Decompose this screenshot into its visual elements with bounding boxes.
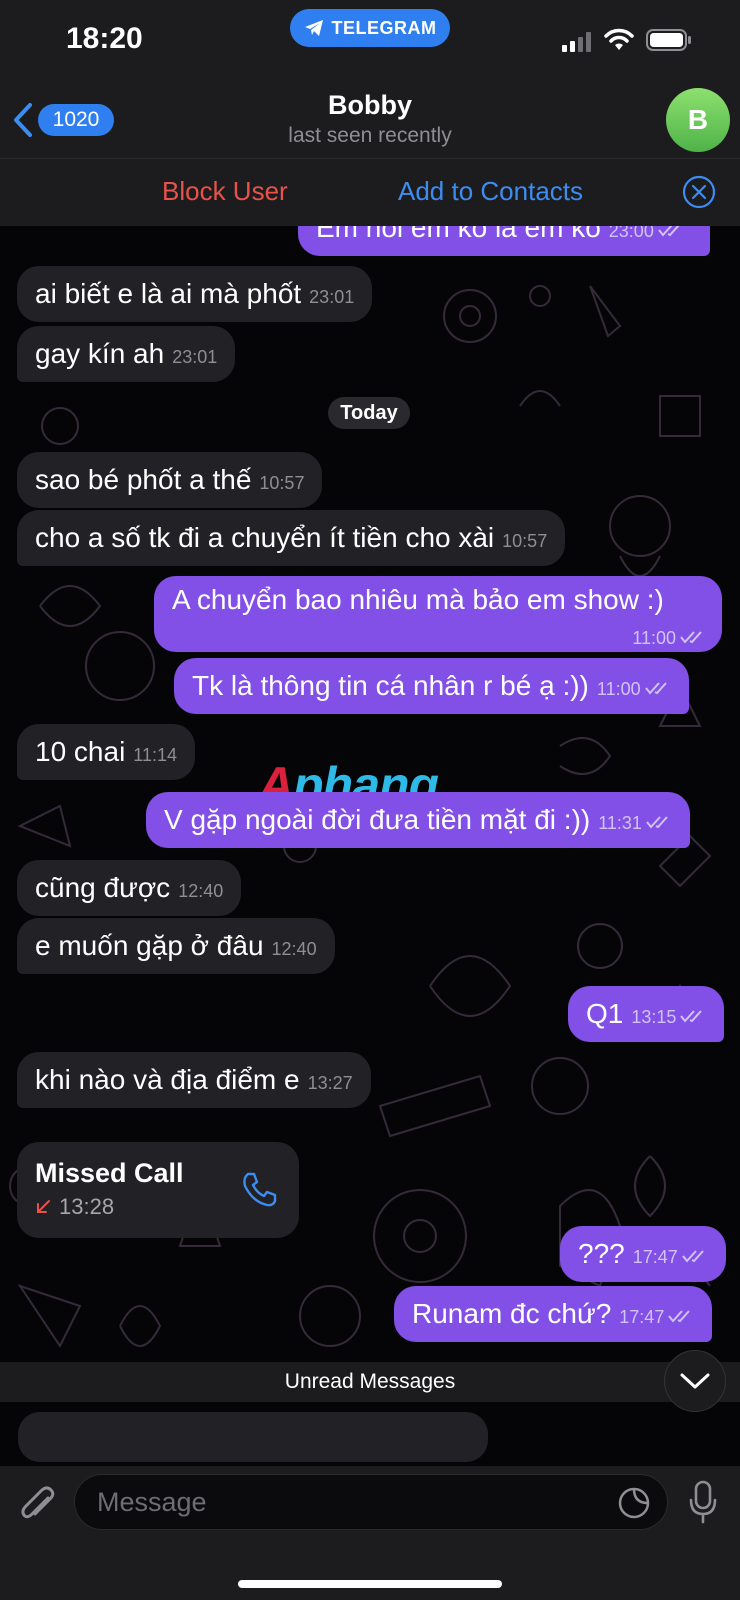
message-time: 23:01 [172, 347, 218, 367]
message-bubble-outgoing[interactable]: Runam đc chứ? 17:47 [394, 1286, 713, 1342]
message-time: 12:40 [178, 881, 224, 901]
status-bar: 18:20 TELEGRAM [0, 0, 740, 88]
double-check-icon [668, 1309, 691, 1323]
message-bubble-incoming[interactable]: sao bé phốt a thế 10:57 [17, 452, 323, 508]
missed-arrow-icon [37, 1200, 50, 1213]
message-bubble-incoming[interactable]: e muốn gặp ở đâu 12:40 [17, 918, 335, 974]
message-bubble-incoming[interactable]: ai biết e là ai mà phốt 23:01 [17, 266, 373, 322]
message-text: Runam đc chứ? [412, 1298, 612, 1329]
cellular-signal-icon [562, 32, 591, 52]
message-bubble-outgoing[interactable]: Em hỏi em ko là em ko 23:00 [298, 226, 710, 256]
message-bubble-incoming[interactable]: khi nào và địa điểm e 13:27 [17, 1052, 371, 1108]
microphone-icon[interactable] [688, 1480, 718, 1524]
chat-status: last seen recently [288, 124, 452, 147]
message-bubble-incoming[interactable]: cũng được 12:40 [17, 860, 242, 916]
message-bubble-outgoing[interactable]: Tk là thông tin cá nhân r bé ạ :)) 11:00 [174, 658, 689, 714]
message-bubble-incoming[interactable]: 10 chai 11:14 [17, 724, 196, 780]
message-time: 10:57 [502, 531, 548, 551]
message-bubble-incoming[interactable]: cho a số tk đi a chuyển ít tiền cho xài 1… [17, 510, 566, 566]
paperclip-icon[interactable] [18, 1484, 58, 1528]
unread-messages-divider: Unread Messages [0, 1362, 740, 1402]
message-bubble-outgoing[interactable]: A chuyển bao nhiêu mà bảo em show :) 11:… [154, 576, 722, 652]
message-time: 17:47 [632, 1247, 678, 1267]
message-time: 11:00 [596, 679, 641, 699]
scroll-to-bottom-button[interactable] [664, 1350, 726, 1412]
message-time: 11:00 [632, 628, 676, 648]
message-time: 23:00 [608, 226, 654, 241]
message-time: 12:40 [271, 939, 317, 959]
message-time: 23:01 [309, 287, 355, 307]
close-icon[interactable] [682, 175, 716, 209]
message-bubble-outgoing[interactable]: Q1 13:15 [568, 986, 725, 1042]
message-time: 13:27 [307, 1073, 353, 1093]
battery-icon [646, 29, 691, 51]
partial-message-bubble[interactable] [18, 1412, 488, 1462]
avatar-letter: B [687, 104, 709, 135]
message-time: 11:31 [598, 813, 642, 833]
contact-action-bar: Block User Add to Contacts [0, 158, 740, 226]
status-time: 18:20 [66, 22, 143, 55]
message-text: Tk là thông tin cá nhân r bé ạ :)) [192, 670, 589, 701]
message-text: A chuyển bao nhiêu mà bảo em show :) [172, 584, 664, 615]
sticker-icon[interactable] [617, 1486, 651, 1520]
block-user-button[interactable]: Block User [162, 176, 288, 207]
home-indicator [238, 1580, 502, 1588]
add-to-contacts-button[interactable]: Add to Contacts [398, 176, 583, 207]
message-text: Q1 [586, 998, 624, 1029]
message-text: Em hỏi em ko là em ko [316, 226, 601, 243]
double-check-icon [658, 226, 679, 237]
message-list[interactable]: Em hỏi em ko là em ko 23:00 ai biết e là … [0, 226, 740, 1466]
message-text: ai biết e là ai mà phốt [35, 278, 302, 309]
message-text: e muốn gặp ở đâu [35, 930, 264, 961]
avatar[interactable]: B [666, 88, 730, 152]
double-check-icon [681, 1249, 704, 1263]
message-bubble-incoming[interactable]: gay kín ah 23:01 [17, 326, 236, 382]
chat-header: 1020 Bobby last seen recently B [0, 88, 740, 158]
telegram-return-pill[interactable]: TELEGRAM [290, 9, 450, 47]
missed-call-time: 13:28 [59, 1194, 115, 1219]
double-check-icon [644, 681, 667, 695]
message-text: 10 chai [35, 736, 126, 767]
phone-icon[interactable] [239, 1170, 279, 1210]
message-time: 17:47 [619, 1307, 665, 1327]
message-field[interactable] [74, 1474, 668, 1530]
double-check-icon [680, 1009, 703, 1023]
message-text: khi nào và địa điểm e [35, 1064, 300, 1095]
message-bubble-outgoing[interactable]: ??? 17:47 [560, 1226, 726, 1282]
message-text: sao bé phốt a thế [35, 464, 252, 495]
chat-title[interactable]: Bobby [0, 90, 740, 121]
message-text: V gặp ngoài đời đưa tiền mặt đi :)) [164, 804, 591, 835]
message-time: 13:15 [631, 1007, 677, 1027]
message-bubble-outgoing[interactable]: V gặp ngoài đời đưa tiền mặt đi :)) 11:31 [146, 792, 690, 848]
message-text: cho a số tk đi a chuyển ít tiền cho xài [35, 522, 495, 553]
double-check-icon [680, 630, 702, 644]
message-text: cũng được [35, 872, 171, 903]
telegram-pill-label: TELEGRAM [331, 17, 437, 38]
message-text: ??? [578, 1238, 625, 1269]
missed-call-bubble[interactable]: Missed Call 13:28 [17, 1142, 299, 1238]
missed-call-title: Missed Call [35, 1158, 184, 1188]
message-text: gay kín ah [35, 338, 165, 369]
message-time: 11:14 [133, 745, 178, 765]
missed-call-time-row: 13:28 [35, 1194, 114, 1220]
double-check-icon [646, 815, 668, 829]
wifi-icon [604, 28, 634, 50]
message-input[interactable] [97, 1475, 597, 1529]
composer-bar [0, 1466, 740, 1600]
telegram-icon [304, 20, 323, 36]
date-divider: Today [328, 397, 410, 429]
message-time: 10:57 [259, 473, 305, 493]
chevron-down-icon [680, 1373, 710, 1389]
